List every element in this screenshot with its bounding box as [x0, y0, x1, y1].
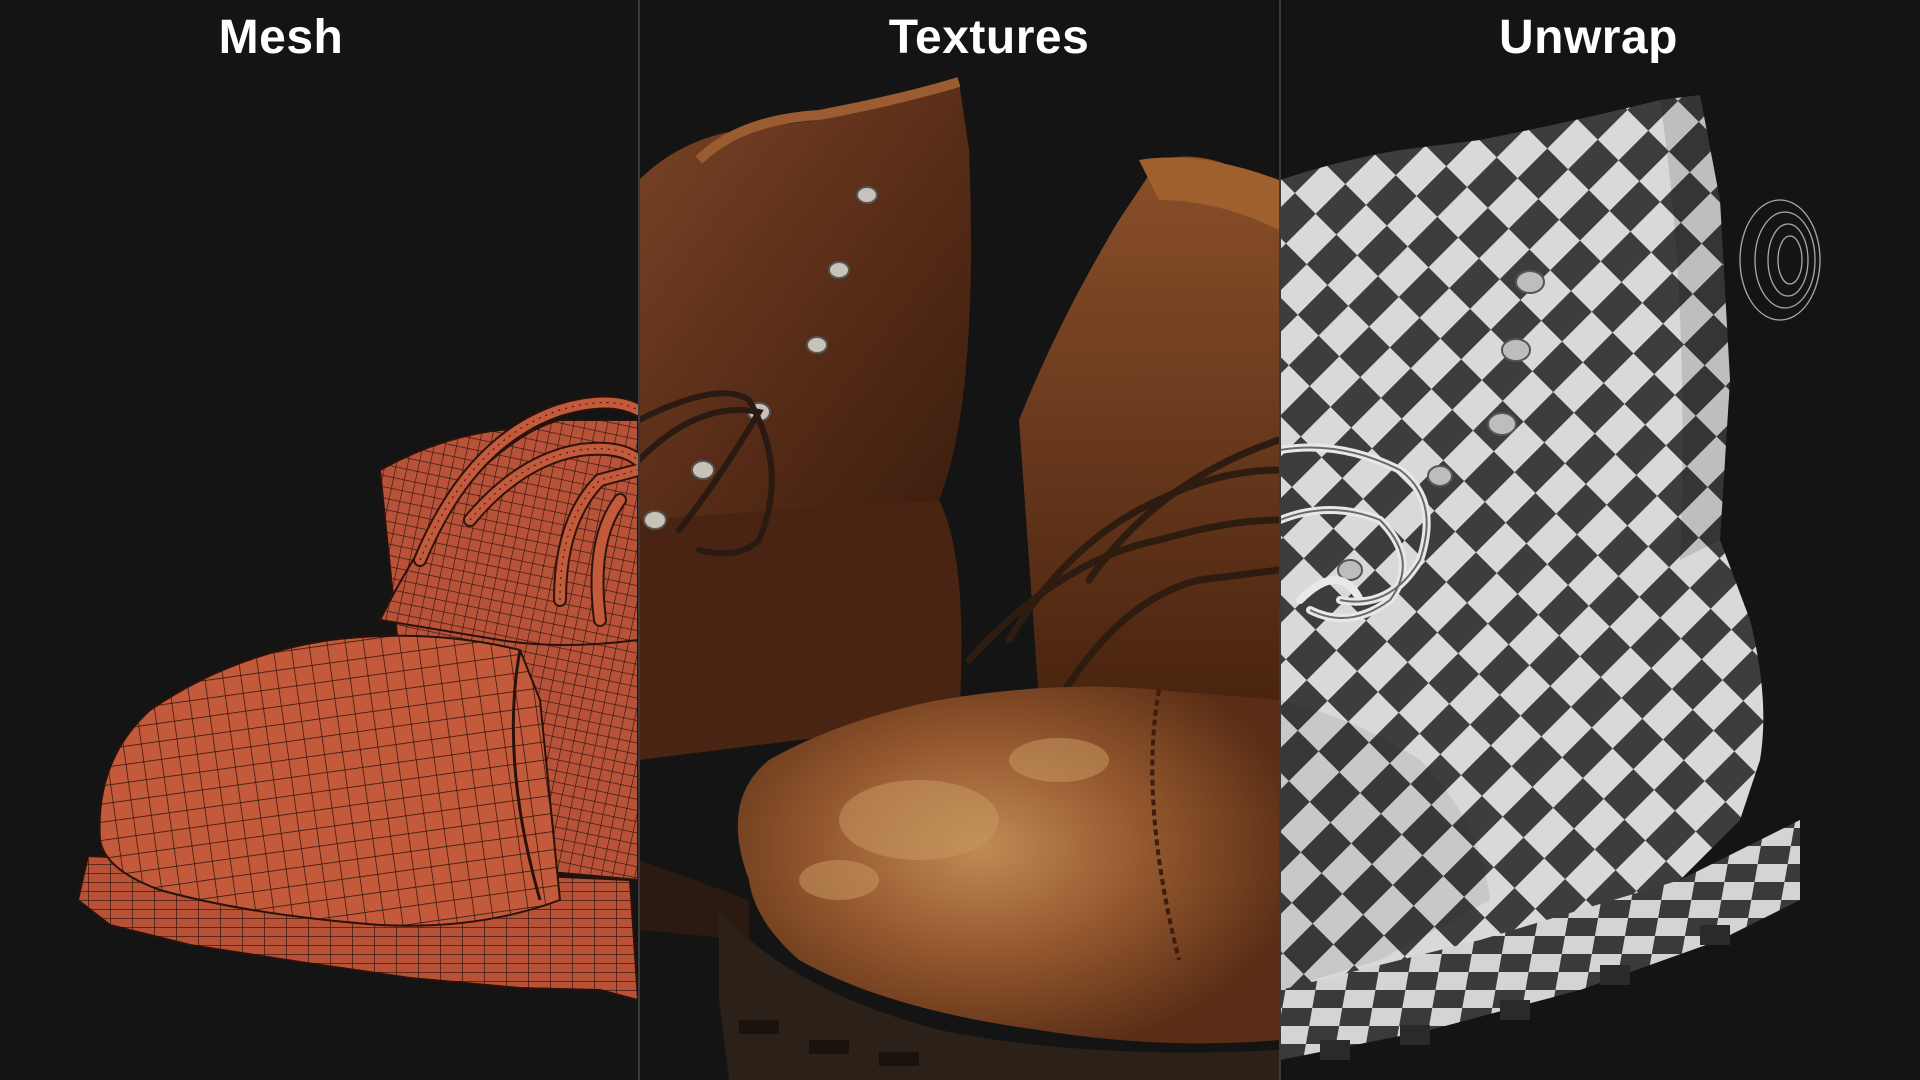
textured-boots-image: [639, 77, 1279, 1080]
mesh-title: Mesh: [218, 11, 344, 64]
panel-divider: [1279, 0, 1281, 1080]
unwrap-panel: [1280, 0, 1920, 1080]
mesh-panel: [0, 0, 638, 1080]
wireframe-boot-image: [76, 395, 638, 1002]
panel-divider: [638, 0, 640, 1080]
unwrap-title: Unwrap: [1498, 11, 1678, 64]
comparison-image: Mesh Textures Unwrap: [0, 0, 1920, 1080]
textures-panel: [639, 0, 1279, 1080]
checker-uv-boot-image: [1280, 95, 1821, 1060]
textures-title: Textures: [888, 11, 1090, 64]
